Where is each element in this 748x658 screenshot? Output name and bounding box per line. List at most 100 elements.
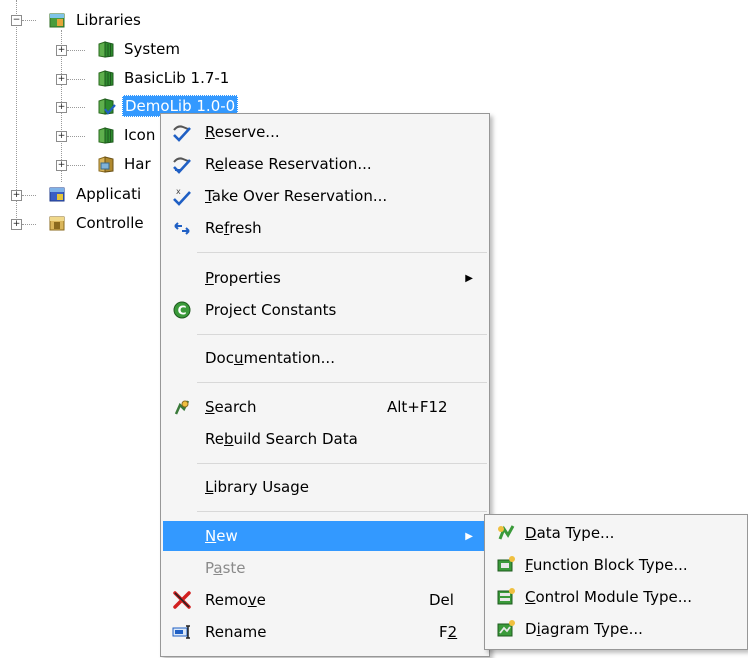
menu-item-take-over-reservation[interactable]: x Take Over Reservation... (163, 181, 487, 211)
menu-item-rebuild-search-data[interactable]: Rebuild Search Data (163, 424, 487, 454)
tree-node-system[interactable]: System (96, 38, 182, 60)
menu-item-label: Take Over Reservation... (205, 187, 388, 205)
menu-item-label: Project Constants (205, 301, 337, 319)
libraries-folder-icon (48, 10, 68, 30)
menu-separator (197, 463, 487, 464)
diagram-type-icon (495, 618, 517, 640)
menu-item-remove[interactable]: Remove Del (163, 585, 487, 615)
tree-node-label: Icon (124, 126, 156, 144)
expand-expander[interactable]: + (11, 190, 22, 201)
expand-expander[interactable]: + (56, 102, 67, 113)
control-module-type-icon (495, 586, 517, 608)
tree-node-libraries[interactable]: Libraries (48, 9, 143, 31)
submenu-item-function-block-type[interactable]: Function Block Type... (487, 550, 745, 580)
tree-node-applications[interactable]: Applicati (48, 183, 143, 205)
tree-node-hardware[interactable]: Har (96, 153, 153, 175)
menu-item-label: New (205, 527, 238, 545)
menu-item-label: Properties (205, 269, 281, 287)
menu-item-paste[interactable]: Paste (163, 553, 487, 583)
tree-node-label: BasicLib 1.7-1 (124, 69, 230, 87)
submenu-item-label: Function Block Type... (525, 556, 688, 574)
applications-icon (48, 184, 68, 204)
submenu-item-control-module-type[interactable]: Control Module Type... (487, 582, 745, 612)
menu-item-new[interactable]: New ▶ (163, 521, 487, 551)
submenu-arrow-icon: ▶ (465, 272, 473, 284)
reserve-icon (171, 121, 193, 143)
menu-item-label: Release Reservation... (205, 155, 372, 173)
menu-item-label: Reserve... (205, 123, 280, 141)
menu-item-rename[interactable]: Rename F2 (163, 617, 487, 647)
tree-line (67, 107, 85, 108)
tree-line (67, 165, 85, 166)
menu-item-reserve[interactable]: Reserve... (163, 117, 487, 147)
menu-item-release-reservation[interactable]: Release Reservation... (163, 149, 487, 179)
tree-node-label: System (124, 40, 180, 58)
menu-item-refresh[interactable]: Refresh (163, 213, 487, 243)
function-block-type-icon (495, 554, 517, 576)
project-constants-icon: C (171, 299, 193, 321)
tree-line (67, 50, 85, 51)
menu-item-documentation[interactable]: Documentation... (163, 343, 487, 373)
tree-node-label: Controlle (76, 214, 144, 232)
new-submenu: Data Type... Function Block Type... Cont… (484, 514, 748, 650)
menu-item-project-constants[interactable]: C Project Constants (163, 295, 487, 325)
search-icon (171, 396, 193, 418)
menu-item-shortcut: Del (429, 591, 454, 609)
library-checked-out-icon (96, 96, 116, 116)
menu-item-shortcut: F2 (439, 623, 458, 641)
menu-item-shortcut: Alt+F12 (387, 398, 448, 416)
menu-item-label: Rebuild Search Data (205, 430, 358, 448)
submenu-item-label: Diagram Type... (525, 620, 643, 638)
svg-text:x: x (176, 187, 181, 196)
context-menu: Reserve... Release Reservation... x Take… (160, 113, 490, 657)
library-icon (96, 39, 116, 59)
menu-separator (197, 334, 487, 335)
tree-line (22, 224, 36, 225)
rename-icon (171, 621, 193, 643)
tree-line (67, 136, 85, 137)
expand-expander[interactable]: + (56, 74, 67, 85)
release-reservation-icon (171, 153, 193, 175)
remove-icon (171, 589, 193, 611)
expand-expander[interactable]: + (56, 131, 67, 142)
menu-separator (197, 252, 487, 253)
menu-item-label: Remove (205, 591, 266, 609)
collapse-expander[interactable]: − (11, 15, 22, 26)
tree-node-basiclib[interactable]: BasicLib 1.7-1 (96, 67, 231, 89)
menu-item-search[interactable]: Search Alt+F12 (163, 392, 487, 422)
menu-item-label: Documentation... (205, 349, 335, 367)
tree-line (22, 20, 36, 21)
menu-item-label: Library Usage (205, 478, 309, 496)
menu-item-label: Refresh (205, 219, 262, 237)
tree-node-icon[interactable]: Icon (96, 124, 157, 146)
expand-expander[interactable]: + (56, 160, 67, 171)
expand-expander[interactable]: + (56, 45, 67, 56)
submenu-item-diagram-type[interactable]: Diagram Type... (487, 614, 745, 644)
library-icon (96, 68, 116, 88)
menu-item-label: Paste (205, 559, 246, 577)
refresh-icon (171, 217, 193, 239)
submenu-arrow-icon: ▶ (465, 530, 473, 542)
menu-separator (197, 382, 487, 383)
expand-expander[interactable]: + (11, 219, 22, 230)
submenu-item-label: Control Module Type... (525, 588, 693, 606)
svg-text:C: C (178, 304, 187, 318)
tree-line (22, 195, 36, 196)
tree-node-label: Applicati (76, 185, 142, 203)
menu-item-library-usage[interactable]: Library Usage (163, 472, 487, 502)
menu-item-label: Search (205, 398, 257, 416)
library-icon (96, 125, 116, 145)
take-over-reservation-icon: x (171, 185, 193, 207)
tree-line (67, 79, 85, 80)
tree-node-controllers[interactable]: Controlle (48, 212, 146, 234)
tree-node-label: Libraries (76, 11, 141, 29)
submenu-item-label: Data Type... (525, 524, 615, 542)
data-type-icon (495, 522, 517, 544)
controllers-icon (48, 213, 68, 233)
menu-item-label: Rename (205, 623, 267, 641)
menu-separator (197, 511, 487, 512)
submenu-item-data-type[interactable]: Data Type... (487, 518, 745, 548)
menu-item-properties[interactable]: Properties ▶ (163, 263, 487, 293)
hardware-library-icon (96, 154, 116, 174)
tree-node-label: Har (124, 155, 151, 173)
